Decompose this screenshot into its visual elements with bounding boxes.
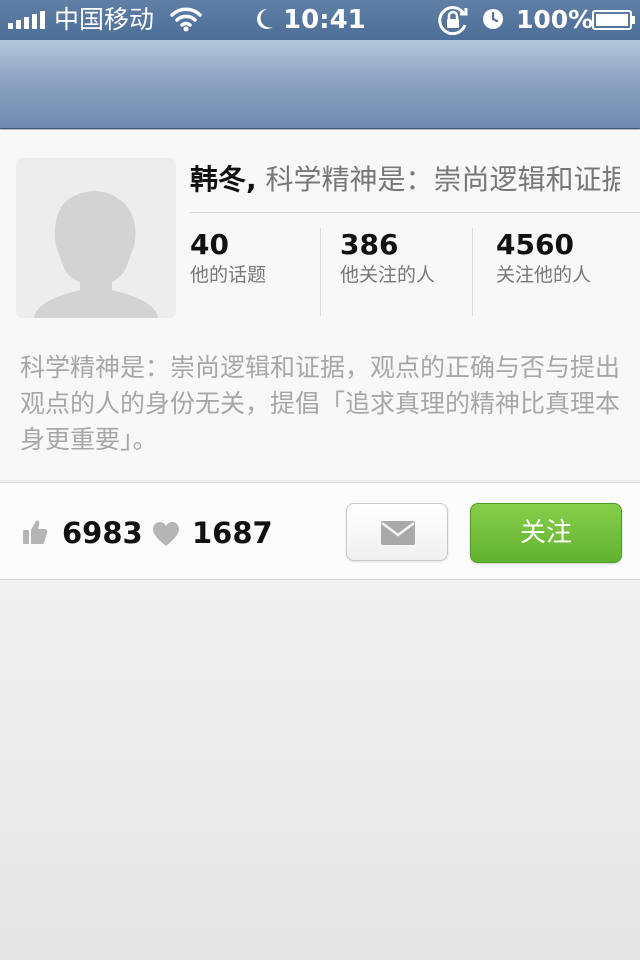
stat-following[interactable]: 386 他关注的人	[340, 228, 435, 288]
thumbs-up-icon	[23, 520, 48, 544]
likes-count: 6983	[62, 516, 143, 550]
status-bar: 中国移动 10:41 100%	[0, 0, 640, 40]
envelope-icon	[381, 521, 415, 545]
alarm-icon	[483, 9, 503, 29]
profile-motto-preview: 科学精神是：崇尚逻辑和证据	[265, 163, 620, 196]
follow-button[interactable]: 关注	[470, 503, 622, 563]
moon-icon	[257, 9, 273, 29]
battery-percent: 100%	[516, 5, 594, 34]
stat-followers-count: 4560	[496, 228, 574, 261]
message-button[interactable]	[346, 503, 448, 561]
profile-card: 韩冬, 科学精神是：崇尚逻辑和证据 40 他的话题 386 他关注的人 4560…	[0, 130, 640, 480]
carrier-name: 中国移动	[54, 5, 155, 34]
stat-following-label: 他关注的人	[340, 264, 436, 286]
stats-divider	[190, 212, 640, 213]
profile-name-line: 韩冬, 科学精神是：崇尚逻辑和证据	[190, 160, 620, 200]
heart-icon	[153, 522, 179, 546]
stat-topics-label: 他的话题	[190, 264, 267, 286]
favorites-count: 1687	[192, 516, 273, 550]
profile-bio: 科学精神是：崇尚逻辑和证据，观点的正确与否与提出观点的人的身份无关，提倡「追求真…	[20, 353, 621, 454]
signal-icon	[8, 11, 45, 29]
battery-icon	[592, 10, 635, 30]
stat-followers-label: 关注他的人	[496, 264, 592, 286]
stat-separator	[320, 228, 321, 316]
stat-topics-count: 40	[190, 228, 229, 261]
stat-separator	[472, 228, 473, 316]
actions-bar: 6983 1687 关注	[0, 482, 640, 580]
avatar-placeholder-icon	[34, 191, 158, 318]
avatar[interactable]	[16, 158, 176, 318]
profile-name: 韩冬,	[190, 163, 257, 196]
stat-followers[interactable]: 4560 关注他的人	[496, 228, 591, 288]
content-background	[0, 580, 640, 960]
stat-following-count: 386	[340, 228, 399, 261]
rotation-lock-icon	[438, 6, 468, 35]
wifi-icon	[170, 7, 202, 32]
stat-topics[interactable]: 40 他的话题	[190, 228, 266, 288]
navigation-bar	[0, 40, 640, 129]
status-time: 10:41	[283, 5, 366, 35]
